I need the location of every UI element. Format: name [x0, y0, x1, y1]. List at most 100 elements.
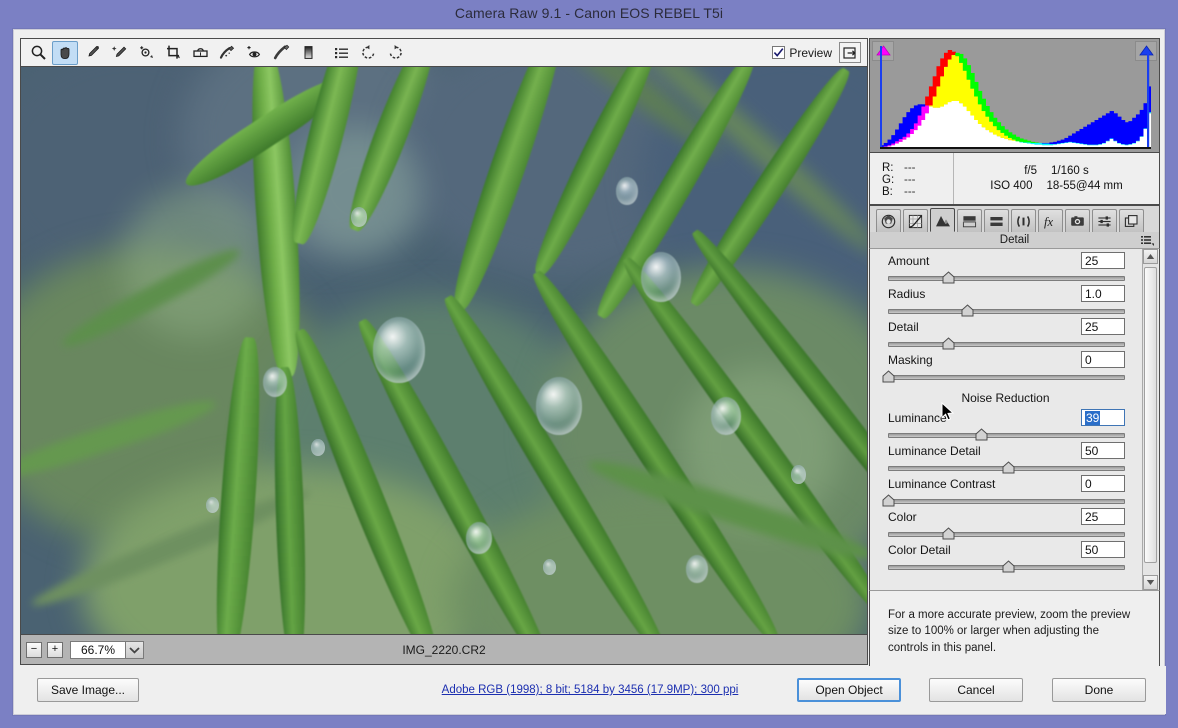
exif-lens: 18-55@44 mm — [1046, 180, 1122, 192]
slider-handle[interactable] — [882, 494, 895, 507]
water-droplet — [616, 177, 638, 205]
panel-title: Detail — [1000, 234, 1029, 246]
slider-label: Luminance Detail — [888, 444, 981, 458]
slider-track[interactable] — [888, 375, 1125, 380]
cancel-button[interactable]: Cancel — [929, 678, 1023, 702]
slider-handle[interactable] — [975, 428, 988, 441]
hand-tool-icon[interactable] — [52, 41, 78, 65]
slider-value-field[interactable]: 25 — [1081, 318, 1125, 335]
open-object-button[interactable]: Open Object — [797, 678, 901, 702]
slider-detail[interactable]: Detail 25 — [870, 319, 1141, 352]
preview-status-bar: − + 66.7% IMG_2220.CR2 — [21, 634, 867, 664]
slider-value-field[interactable]: 0 — [1081, 351, 1125, 368]
tab-tone-curve[interactable] — [903, 209, 928, 232]
slider-radius[interactable]: Radius 1.0 — [870, 286, 1141, 319]
scroll-down-arrow-icon[interactable] — [1143, 575, 1158, 590]
slider-color-detail[interactable]: Color Detail 50 — [870, 542, 1141, 575]
slider-amount[interactable]: Amount 25 — [870, 253, 1141, 286]
water-droplet — [373, 317, 425, 383]
readout-row: B: --- — [882, 186, 953, 198]
readout-row: R: --- — [882, 162, 953, 174]
slider-luminance-contrast[interactable]: Luminance Contrast 0 — [870, 476, 1141, 509]
red-eye-removal-tool-icon[interactable] — [241, 41, 267, 65]
tab-split-toning[interactable] — [984, 209, 1009, 232]
slider-value-field[interactable]: 25 — [1081, 508, 1125, 525]
slider-handle[interactable] — [942, 271, 955, 284]
slider-handle[interactable] — [942, 527, 955, 540]
slider-label: Masking — [888, 353, 933, 367]
slider-handle[interactable] — [961, 304, 974, 317]
presets-tool-icon[interactable] — [328, 41, 354, 65]
targeted-adjustment-tool-icon[interactable] — [133, 41, 159, 65]
scroll-up-arrow-icon[interactable] — [1143, 249, 1158, 264]
slider-track[interactable] — [888, 499, 1125, 504]
tool-strip: Preview — [21, 39, 867, 67]
slider-track[interactable] — [888, 276, 1125, 281]
slider-luminance-detail[interactable]: Luminance Detail 50 — [870, 443, 1141, 476]
slider-color[interactable]: Color 25 — [870, 509, 1141, 542]
panel-scrollbar[interactable] — [1142, 249, 1158, 590]
tab-lens-corrections[interactable] — [1011, 209, 1036, 232]
histogram-plot — [880, 42, 1151, 150]
water-droplet — [641, 252, 681, 302]
tab-hsl-grayscale[interactable] — [957, 209, 982, 232]
slider-label: Amount — [888, 254, 929, 268]
tab-presets[interactable] — [1092, 209, 1117, 232]
slider-value-field[interactable]: 25 — [1081, 252, 1125, 269]
readout-value: --- — [904, 186, 916, 198]
image-preview[interactable] — [21, 67, 867, 634]
slider-label: Detail — [888, 320, 919, 334]
white-balance-tool-icon[interactable] — [79, 41, 105, 65]
slider-handle[interactable] — [1002, 461, 1015, 474]
fullscreen-toggle-icon[interactable] — [839, 42, 861, 63]
slider-handle[interactable] — [882, 370, 895, 383]
histogram[interactable] — [869, 38, 1160, 153]
rgb-readout: R: --- G: --- B: --- — [870, 153, 954, 204]
slider-track[interactable] — [888, 309, 1125, 314]
slider-luminance[interactable]: Luminance 39 — [870, 410, 1141, 443]
slider-masking[interactable]: Masking 0 — [870, 352, 1141, 385]
slider-handle[interactable] — [1002, 560, 1015, 573]
water-droplet — [351, 207, 367, 227]
exif-iso-row: ISO 400 18-55@44 mm — [990, 180, 1122, 192]
slider-track[interactable] — [888, 342, 1125, 347]
slider-value-field[interactable]: 0 — [1081, 475, 1125, 492]
water-droplet — [711, 397, 741, 435]
graduated-filter-tool-icon[interactable] — [295, 41, 321, 65]
tab-basic[interactable] — [876, 209, 901, 232]
preview-controls: Preview — [772, 42, 861, 63]
tab-detail[interactable] — [930, 208, 955, 232]
tab-effects[interactable]: fx — [1038, 209, 1063, 232]
slider-value-field[interactable]: 39 — [1081, 409, 1125, 426]
preview-checkbox[interactable]: Preview — [772, 46, 832, 60]
zoom-tool-icon[interactable] — [25, 41, 51, 65]
slider-label: Color — [888, 510, 917, 524]
color-sampler-tool-icon[interactable] — [106, 41, 132, 65]
adjustment-brush-tool-icon[interactable] — [268, 41, 294, 65]
water-droplet — [263, 367, 287, 397]
water-droplet — [311, 439, 325, 456]
adjustment-pane: R: --- G: --- B: --- f/5 1/160 s — [869, 38, 1160, 665]
slider-label: Luminance Contrast — [888, 477, 995, 491]
slider-track[interactable] — [888, 433, 1125, 438]
straighten-tool-icon[interactable] — [187, 41, 213, 65]
rotate-right-tool-icon[interactable] — [382, 41, 408, 65]
title-bar: Camera Raw 9.1 - Canon EOS REBEL T5i — [0, 0, 1178, 26]
tab-snapshots[interactable] — [1119, 209, 1144, 232]
rotate-left-tool-icon[interactable] — [355, 41, 381, 65]
slider-handle[interactable] — [942, 337, 955, 350]
scrollbar-thumb[interactable] — [1144, 267, 1157, 563]
slider-value-field[interactable]: 50 — [1081, 541, 1125, 558]
slider-label: Luminance — [888, 411, 947, 425]
spot-removal-tool-icon[interactable] — [214, 41, 240, 65]
crop-tool-icon[interactable] — [160, 41, 186, 65]
slider-value-field[interactable]: 50 — [1081, 442, 1125, 459]
done-button[interactable]: Done — [1052, 678, 1146, 702]
panel-menu-icon[interactable] — [1141, 235, 1154, 249]
slider-value-field[interactable]: 1.0 — [1081, 285, 1125, 302]
exif-aperture: f/5 — [1024, 165, 1037, 177]
exif-info: f/5 1/160 s ISO 400 18-55@44 mm — [954, 153, 1159, 204]
slider-track[interactable] — [888, 532, 1125, 537]
image-filename: IMG_2220.CR2 — [21, 643, 867, 657]
tab-camera-calibration[interactable] — [1065, 209, 1090, 232]
